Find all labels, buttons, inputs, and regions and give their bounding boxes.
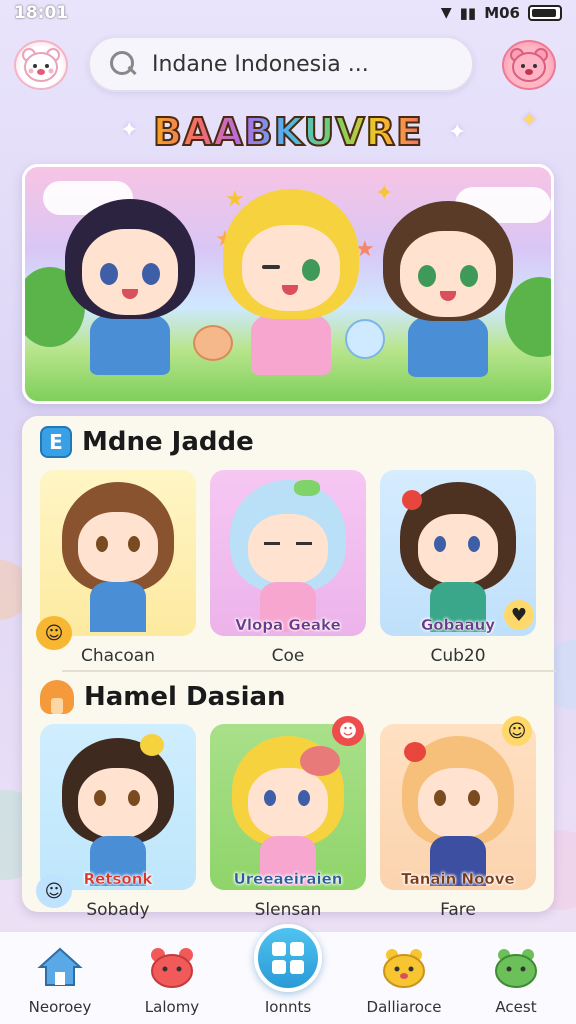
card-label: Slensan <box>254 900 322 920</box>
character-card[interactable]: Retsonk ☺ Sobady <box>36 724 196 920</box>
card-tag: Vlopa Geake <box>235 616 341 634</box>
wifi-icon: ▼ <box>440 5 452 21</box>
character-card[interactable]: Ureeaeiraien ☻ Slensan <box>210 716 366 920</box>
card-label: Cub20 <box>430 646 486 666</box>
nav-item-library[interactable]: Lalomy <box>122 944 222 1016</box>
bottom-nav: Neoroey Lalomy Ionnts Dalliaroce Acest <box>0 924 576 1024</box>
character-brown-hair <box>383 201 513 377</box>
status-time: 18:01 <box>14 3 69 23</box>
pet-creature <box>193 325 233 361</box>
pink-bear-icon <box>510 48 548 82</box>
card-tag: Ureeaeiraien <box>233 870 343 888</box>
card-image: Retsonk <box>40 724 196 890</box>
frog-icon <box>490 944 542 990</box>
carrier-label: M06 <box>484 4 520 22</box>
character-card[interactable]: Tanain Noove ☺ Fare <box>380 716 536 920</box>
card-image: Ureeaeiraien <box>210 724 366 890</box>
house-icon <box>34 944 86 990</box>
card-image: Tanain Noove <box>380 724 536 890</box>
sparkle-icon: ✦ <box>120 118 139 143</box>
card-grid: Retsonk ☺ Sobady Ureeaeiraien ☻ Slensan <box>36 716 536 920</box>
search-icon <box>108 49 138 79</box>
character-blonde <box>223 189 359 375</box>
card-tag: Tanain Noove <box>401 870 515 888</box>
nav-label: Acest <box>495 998 537 1016</box>
signal-icon: ▮▮ <box>459 4 477 22</box>
grid-icon[interactable] <box>254 924 322 992</box>
sparkle-icon: ✦ <box>448 120 467 145</box>
nav-label: Dalliaroce <box>366 998 442 1016</box>
pet-creature <box>345 319 385 359</box>
search-input[interactable]: Indane Indonesia ... <box>152 52 369 77</box>
card-grid: ☺ Chacoan Vlopa Geake Coe Gobaauy ♥ Cub2… <box>36 470 536 666</box>
section-divider <box>62 670 556 672</box>
content-panel: E Mdne Jadde ☺ Chacoan Vlopa Geake Coe G… <box>22 416 556 920</box>
sparkle-icon: ✦ <box>520 108 539 133</box>
letter-e-icon: E <box>40 426 72 458</box>
nav-item-account[interactable]: Acest <box>466 944 566 1016</box>
bear-icon <box>146 944 198 990</box>
card-label: Sobady <box>86 900 150 920</box>
bear-icon <box>22 48 60 82</box>
nav-item-home[interactable]: Neoroey <box>10 944 110 1016</box>
card-image: Vlopa Geake <box>210 470 366 636</box>
character-dark-hair <box>65 199 195 375</box>
character-card[interactable]: Gobaauy ♥ Cub20 <box>380 470 536 666</box>
card-label: Chacoan <box>80 646 155 666</box>
search-bar[interactable]: Indane Indonesia ... <box>88 36 474 92</box>
battery-icon <box>528 5 562 21</box>
profile-avatar[interactable] <box>14 40 68 90</box>
mushroom-icon <box>40 680 74 714</box>
nav-item-collection[interactable]: Dalliaroce <box>354 944 454 1016</box>
yellow-blob-icon: ☺ <box>502 716 532 746</box>
orange-blob-icon: ☺ <box>36 616 72 650</box>
section-title: Hamel Dasian <box>40 680 286 714</box>
character-card[interactable]: Vlopa Geake Coe <box>210 470 366 666</box>
pudding-icon <box>378 944 430 990</box>
section-title: E Mdne Jadde <box>40 426 254 458</box>
app-logo: BAABKUVRE <box>0 109 576 155</box>
mascot-avatar[interactable] <box>502 40 556 90</box>
hero-banner[interactable]: ★ ★ ✦ ★ <box>22 164 554 404</box>
section1-title: Mdne Jadde <box>82 427 254 457</box>
nav-item-center-label[interactable]: Ionnts <box>238 998 338 1016</box>
logo-text: BAABKUVRE <box>152 109 423 155</box>
card-label: Coe <box>271 646 305 666</box>
character-card[interactable]: ☺ Chacoan <box>36 470 196 666</box>
section2-title: Hamel Dasian <box>84 682 286 712</box>
nav-label: Lalomy <box>144 998 200 1016</box>
red-blob-icon: ☻ <box>332 716 364 746</box>
heart-badge-icon: ♥ <box>504 600 534 630</box>
nav-label: Neoroey <box>28 998 92 1016</box>
status-bar: 18:01 ▼ ▮▮ M06 <box>0 0 576 26</box>
card-image <box>40 470 196 636</box>
nav-label: Ionnts <box>264 998 312 1016</box>
status-icons: ▼ ▮▮ M06 <box>441 4 562 22</box>
card-label: Fare <box>440 900 476 920</box>
